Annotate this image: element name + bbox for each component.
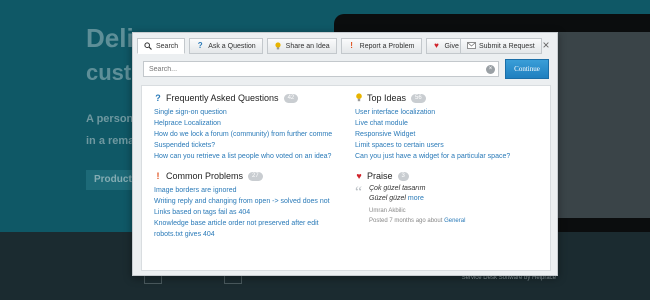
lightbulb-icon <box>355 92 363 104</box>
idea-link[interactable]: Can you just have a widget for a particu… <box>355 151 537 162</box>
tab-label: Share an Idea <box>285 42 330 50</box>
faq-title: Frequently Asked Questions <box>166 93 279 103</box>
tab-search[interactable]: Search <box>137 38 186 54</box>
quote-icon: “ <box>355 184 363 201</box>
results-panel: ? Frequently Asked Questions 42 Single s… <box>141 85 551 271</box>
widget-tabs: Search ? Ask a Question Share an Idea ! … <box>137 38 492 54</box>
question-icon: ? <box>197 41 203 50</box>
problems-count-badge: 27 <box>248 171 263 181</box>
ideas-title: Top Ideas <box>367 93 407 103</box>
feedback-widget-modal: Search ? Ask a Question Share an Idea ! … <box>132 32 558 276</box>
lightbulb-icon <box>274 42 282 50</box>
exclamation-icon: ! <box>350 41 353 50</box>
search-input[interactable] <box>143 61 499 77</box>
tab-label: Report a Problem <box>359 42 415 50</box>
background-headline: Deli <box>86 23 134 53</box>
ideas-section: Top Ideas 56 User interface localization… <box>355 92 537 162</box>
faq-header: ? Frequently Asked Questions 42 <box>154 92 336 104</box>
faq-link[interactable]: Single sign-on question <box>154 107 336 118</box>
idea-link[interactable]: Live chat module <box>355 118 537 129</box>
faq-link[interactable]: How can you retrieve a list people who v… <box>154 151 336 162</box>
praise-category-link[interactable]: General <box>444 218 465 224</box>
ideas-header: Top Ideas 56 <box>355 92 537 104</box>
tab-label: Ask a Question <box>208 42 256 50</box>
question-icon: ? <box>155 93 161 103</box>
faq-link[interactable]: How do we lock a forum (community) from … <box>154 129 336 140</box>
problem-link[interactable]: Writing reply and changing from open -> … <box>154 196 336 207</box>
continue-button[interactable]: Continue <box>505 59 549 79</box>
tab-ask-question[interactable]: ? Ask a Question <box>189 38 263 54</box>
submit-request-button[interactable]: Submit a Request <box>460 38 542 54</box>
praise-posted: Posted 7 months ago about <box>369 218 443 224</box>
praise-quote-title: Çok güzel tasarım <box>369 185 426 192</box>
idea-link[interactable]: User interface localization <box>355 107 537 118</box>
faq-link[interactable]: Suspended tickets? <box>154 140 336 151</box>
praise-meta: Posted 7 months ago about General <box>369 218 465 224</box>
problem-link[interactable]: Links based on tags fail as 404 <box>154 207 336 218</box>
problem-link[interactable]: robots.txt gives 404 <box>154 229 336 240</box>
praise-count-badge: 3 <box>397 171 409 181</box>
problem-link[interactable]: Knowledge base article order not preserv… <box>154 218 336 229</box>
idea-link[interactable]: Responsive Widget <box>355 129 537 140</box>
heart-icon: ♥ <box>356 171 362 181</box>
idea-link[interactable]: Limit spaces to certain users <box>355 140 537 151</box>
clear-search-icon[interactable]: × <box>486 65 495 74</box>
background-headline-2: cust <box>86 60 132 85</box>
exclamation-icon: ! <box>156 171 160 181</box>
problems-header: ! Common Problems 27 <box>154 170 336 182</box>
tab-share-idea[interactable]: Share an Idea <box>266 38 337 54</box>
faq-count-badge: 42 <box>283 93 299 103</box>
close-icon[interactable]: × <box>540 38 552 52</box>
praise-more-link[interactable]: more <box>408 195 424 202</box>
heart-icon: ♥ <box>434 41 439 50</box>
envelope-icon <box>467 42 476 50</box>
tab-report-problem[interactable]: ! Report a Problem <box>340 38 422 54</box>
submit-request-label: Submit a Request <box>479 42 535 50</box>
ideas-count-badge: 56 <box>411 93 426 103</box>
praise-section: ♥ Praise 3 “ Çok güzel tasarım Güzel güz… <box>355 170 537 240</box>
search-icon <box>144 42 152 50</box>
praise-quote-body: Güzel güzel more <box>369 195 424 202</box>
faq-section: ? Frequently Asked Questions 42 Single s… <box>154 92 336 162</box>
praise-header: ♥ Praise 3 <box>355 170 537 182</box>
tab-label: Search <box>156 42 179 50</box>
praise-quote-text: Güzel güzel <box>369 195 406 202</box>
problems-title: Common Problems <box>166 171 244 181</box>
praise-author: Umran Akbilic <box>369 208 406 214</box>
faq-link[interactable]: Helprace Localization <box>154 118 336 129</box>
background-screen <box>548 32 650 218</box>
search-row: × Continue <box>141 59 551 81</box>
praise-title: Praise <box>367 171 393 181</box>
problem-link[interactable]: Image borders are ignored <box>154 185 336 196</box>
problems-section: ! Common Problems 27 Image borders are i… <box>154 170 336 240</box>
